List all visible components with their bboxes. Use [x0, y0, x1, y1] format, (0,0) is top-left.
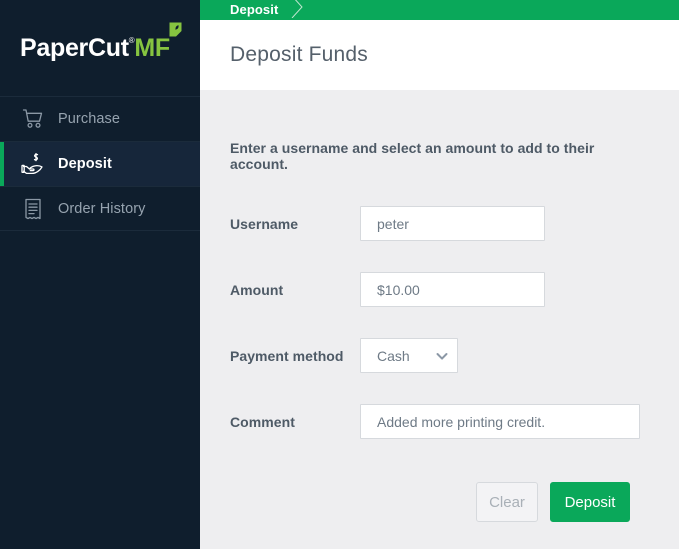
username-input[interactable]: peter: [360, 206, 545, 241]
sidebar-item-order-history[interactable]: Order History: [0, 186, 200, 231]
deposit-button[interactable]: Deposit: [550, 482, 630, 522]
sidebar-item-purchase[interactable]: Purchase: [0, 96, 200, 141]
amount-label: Amount: [230, 281, 284, 298]
sidebar: PaperCut®MF Purchase Deposit Order Histo…: [0, 0, 200, 549]
form-intro-text: Enter a username and select an amount to…: [230, 140, 595, 172]
breadcrumb-item-deposit[interactable]: Deposit: [230, 3, 278, 16]
page-title-bar: Deposit Funds: [200, 20, 679, 90]
app-window: PaperCut®MF Purchase Deposit Order Histo…: [0, 0, 679, 549]
form-row-payment-method: Payment method Cash: [230, 338, 649, 373]
payment-method-select[interactable]: Cash: [360, 338, 458, 373]
deposit-form: Username peter Amount $10.00 Payment met…: [230, 206, 649, 439]
receipt-icon: [20, 196, 46, 222]
logo-text: PaperCut®MF: [20, 22, 182, 62]
payment-method-value: Cash: [377, 347, 410, 364]
page-title: Deposit Funds: [230, 43, 369, 66]
chevron-down-icon: [436, 352, 448, 360]
amount-input[interactable]: $10.00: [360, 272, 545, 307]
form-row-username: Username peter: [230, 206, 649, 241]
form-panel: Enter a username and select an amount to…: [200, 90, 679, 522]
chevron-right-icon: [292, 0, 304, 18]
clear-button[interactable]: Clear: [476, 482, 538, 522]
sidebar-item-label: Deposit: [58, 156, 112, 172]
sidebar-item-label: Order History: [58, 200, 146, 217]
sidebar-nav: Purchase Deposit Order History: [0, 96, 200, 231]
payment-method-label: Payment method: [230, 347, 344, 364]
sidebar-item-label: Purchase: [58, 111, 121, 127]
logo-secondary-text: MF: [134, 33, 170, 62]
username-label: Username: [230, 215, 299, 232]
shopping-cart-icon: [20, 106, 46, 132]
logo-primary-text: PaperCut: [20, 33, 129, 62]
main-content: Deposit Deposit Funds Enter a username a…: [200, 0, 679, 549]
form-row-comment: Comment Added more printing credit.: [230, 404, 649, 439]
leaf-icon: [169, 22, 182, 36]
hand-dollar-icon: [20, 151, 46, 177]
form-row-amount: Amount $10.00: [230, 272, 649, 307]
form-actions: Clear Deposit: [230, 482, 649, 522]
breadcrumb: Deposit: [200, 0, 679, 20]
comment-label: Comment: [230, 413, 295, 430]
comment-input[interactable]: Added more printing credit.: [360, 404, 640, 439]
brand-logo[interactable]: PaperCut®MF: [0, 0, 200, 96]
sidebar-item-deposit[interactable]: Deposit: [0, 141, 200, 186]
logo-trademark: ®: [128, 35, 135, 45]
